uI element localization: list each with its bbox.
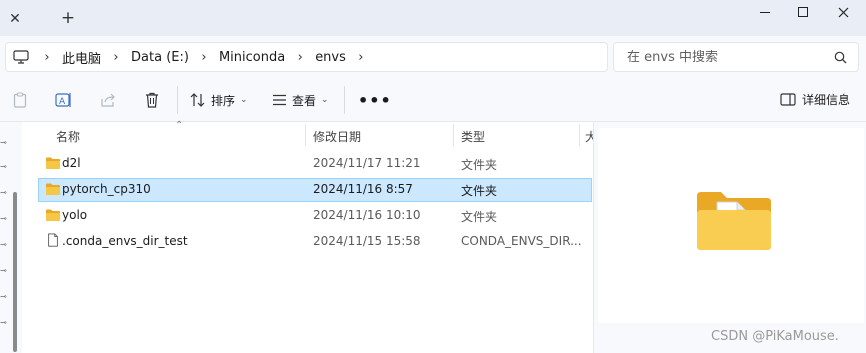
pin-icon: ⊸	[0, 318, 7, 327]
chevron-down-icon: ⌄	[321, 95, 329, 105]
new-tab-button[interactable]: +	[56, 8, 80, 28]
pin-icon: ⊸	[0, 188, 7, 197]
folder-icon	[46, 183, 60, 195]
pin-icon: ⊸	[0, 162, 7, 171]
toolbar-divider	[177, 86, 178, 114]
search-input[interactable]	[627, 49, 827, 65]
watermark: CSDN @PiKaMouse.	[711, 329, 839, 344]
more-options-button[interactable]: •••	[358, 91, 392, 110]
share-icon[interactable]	[98, 91, 118, 109]
sort-ascending-icon: ⌃	[175, 120, 184, 131]
pin-icon: ⊸	[0, 292, 7, 301]
command-bar: A 排序 ⌄ 查看 ⌄ ••• 详细信息	[0, 78, 866, 122]
file-name: d2l	[62, 156, 81, 170]
breadcrumb-miniconda[interactable]: Miniconda	[215, 50, 289, 65]
file-date: 2024/11/16 8:57	[313, 182, 413, 196]
nav-scrollbar[interactable]	[13, 192, 17, 352]
address-bar[interactable]: › 此电脑 › Data (E:) › Miniconda › envs ›	[5, 42, 608, 72]
file-name: .conda_envs_dir_test	[62, 234, 188, 248]
folder-preview-icon	[697, 192, 771, 250]
search-box[interactable]	[613, 42, 859, 72]
folder-icon	[46, 157, 60, 169]
view-label: 查看	[292, 93, 317, 108]
pin-icon: ⊸	[0, 266, 7, 275]
file-date: 2024/11/15 15:58	[313, 234, 421, 248]
breadcrumb-envs[interactable]: envs	[311, 50, 350, 65]
close-icon	[838, 7, 848, 17]
breadcrumb-chevron-icon[interactable]: ›	[36, 50, 58, 65]
file-row-d2l[interactable]: d2l 2024/11/17 11:21 文件夹	[38, 152, 592, 176]
file-name: yolo	[62, 208, 88, 222]
pin-icon: ⊸	[0, 240, 7, 249]
column-name-header[interactable]: 名称	[56, 128, 80, 145]
file-date: 2024/11/17 11:21	[313, 156, 421, 170]
breadcrumb-chevron-icon[interactable]: ›	[105, 50, 127, 65]
breadcrumb-chevron-icon[interactable]: ›	[193, 50, 215, 65]
preview-pane	[593, 122, 866, 353]
folder-icon	[46, 209, 60, 221]
close-window-button[interactable]	[820, 0, 866, 24]
computer-icon[interactable]	[6, 50, 36, 64]
sort-label: 排序	[211, 93, 236, 108]
file-row-yolo[interactable]: yolo 2024/11/16 10:10 文件夹	[38, 204, 592, 228]
pin-icon: ⊸	[0, 214, 7, 223]
sort-button[interactable]: 排序 ⌄	[190, 91, 248, 109]
search-icon[interactable]	[834, 51, 847, 64]
details-label: 详细信息	[802, 93, 851, 107]
file-type: 文件夹	[461, 158, 498, 172]
file-type: 文件夹	[461, 210, 498, 224]
file-type: CONDA_ENVS_DIR...	[461, 234, 582, 248]
title-bar: ✕ +	[0, 0, 866, 36]
file-date: 2024/11/16 10:10	[313, 208, 421, 222]
column-divider[interactable]	[579, 124, 580, 146]
column-divider[interactable]	[453, 124, 454, 146]
svg-text:A: A	[59, 97, 66, 107]
file-row-conda-envs-dir-test[interactable]: .conda_envs_dir_test 2024/11/15 15:58 CO…	[38, 230, 592, 254]
breadcrumb-chevron-icon[interactable]: ›	[350, 50, 372, 65]
file-type: 文件夹	[461, 184, 498, 198]
breadcrumb-data-drive[interactable]: Data (E:)	[127, 50, 193, 65]
close-tab-icon[interactable]: ✕	[4, 9, 26, 29]
preview-area	[598, 128, 864, 323]
column-date-header[interactable]: 修改日期	[313, 128, 361, 145]
sort-icon	[190, 93, 205, 107]
view-icon	[273, 94, 286, 106]
delete-icon[interactable]	[142, 91, 162, 109]
file-list: ⌃ 名称 修改日期 类型 大 d2l 2024/11/17 11:21 文件夹 …	[22, 120, 597, 353]
breadcrumb-chevron-icon[interactable]: ›	[289, 50, 311, 65]
details-pane-icon	[780, 93, 796, 106]
details-pane-button[interactable]: 详细信息	[780, 91, 850, 108]
column-header-row: ⌃ 名称 修改日期 类型 大	[22, 120, 597, 148]
address-row: › 此电脑 › Data (E:) › Miniconda › envs ›	[0, 36, 866, 78]
pin-icon: ⊸	[0, 138, 7, 147]
maximize-icon	[798, 7, 808, 17]
rename-icon[interactable]: A	[54, 91, 74, 109]
column-divider[interactable]	[305, 124, 306, 146]
column-type-header[interactable]: 类型	[461, 128, 485, 145]
file-icon	[48, 233, 58, 247]
file-name: pytorch_cp310	[62, 182, 151, 196]
file-row-pytorch-cp310[interactable]: pytorch_cp310 2024/11/16 8:57 文件夹	[38, 178, 592, 202]
toolbar-divider	[344, 86, 345, 114]
view-button[interactable]: 查看 ⌄	[272, 91, 329, 109]
navigation-pane[interactable]: ⊸ ⊸ ⊸ ⊸ ⊸ ⊸ ⊸ ⊸	[0, 122, 22, 353]
chevron-down-icon: ⌄	[240, 95, 248, 105]
breadcrumb-this-pc[interactable]: 此电脑	[58, 48, 105, 67]
minimize-icon	[760, 11, 770, 13]
paste-icon[interactable]	[10, 91, 30, 109]
